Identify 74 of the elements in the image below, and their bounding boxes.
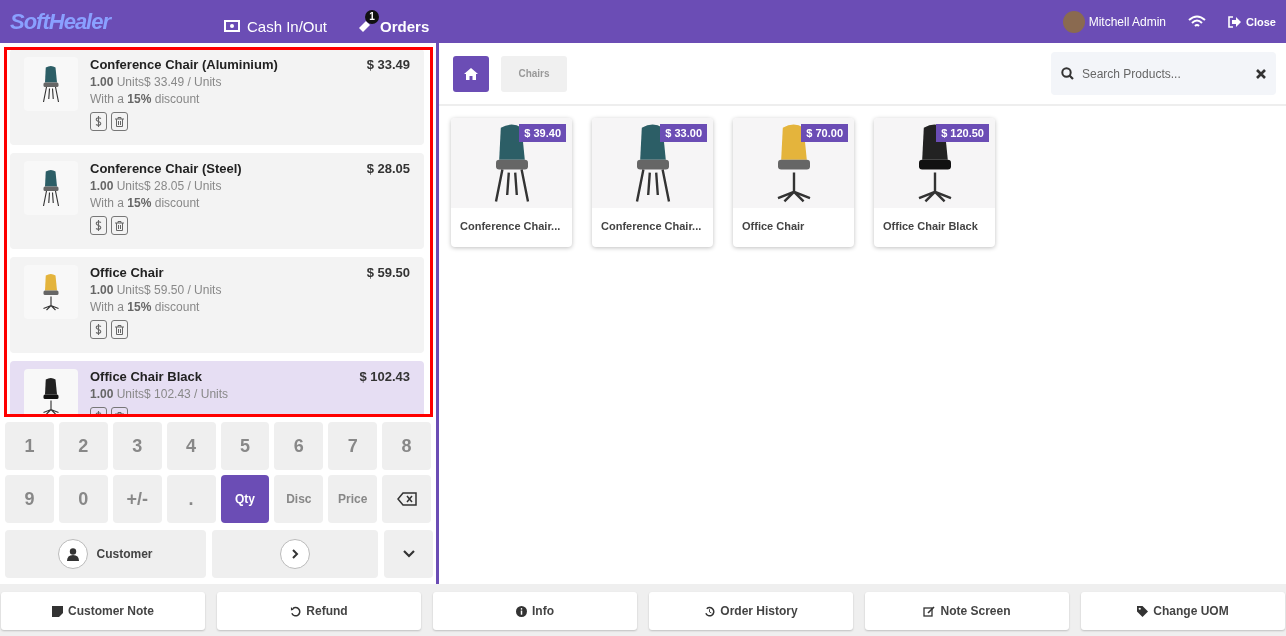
note-icon [52,605,63,617]
count-badge: 1 [365,9,380,24]
product-name: Office Chair [741,219,806,234]
history-icon [704,605,716,617]
discount-text: With a 15% discount [90,92,201,106]
trash-icon [115,220,124,231]
delete-button[interactable] [111,216,128,235]
product-card[interactable]: Office Chair Black $ 120.50 [874,118,995,247]
delete-button[interactable] [111,320,128,339]
clear-icon[interactable] [1256,68,1266,79]
product-name: Office Chair [90,265,164,280]
line-price: $ 28.05 [366,161,410,176]
chevron-right-icon [291,549,299,559]
dollar-icon [95,220,102,231]
price-tag: $ 70.00 [801,124,848,142]
product-name: Conference Chair... [600,219,703,234]
home-icon [464,67,478,80]
info-icon [516,605,527,617]
delete-button[interactable] [111,112,128,131]
sign-out-icon [1228,15,1243,28]
backspace-icon [396,492,417,506]
price-tag: $ 33.00 [660,124,707,142]
unit-price: 1.00 Units$ 59.50 / Units [90,283,223,297]
unit-price: 1.00 Units$ 33.49 / Units [90,75,223,89]
action-button[interactable]: Info [433,592,637,630]
price-button[interactable] [90,112,107,131]
price-button[interactable] [90,320,107,339]
product-name: Conference Chair... [459,219,562,234]
action-button[interactable]: Note Screen [865,592,1069,630]
price-button[interactable] [90,216,107,235]
logo: SoftHealer [10,8,113,35]
home-button[interactable] [453,55,489,92]
user-name[interactable]: Mitchell Admin [1088,14,1167,29]
unit-price: 1.00 Units$ 102.43 / Units [90,387,230,401]
line-price: $ 59.50 [366,265,410,280]
product-name: Office Chair Black [882,219,979,234]
dollar-icon [95,324,102,335]
price-tag: $ 120.50 [936,124,989,142]
backspace-key[interactable] [382,475,431,523]
edit-icon [923,605,936,617]
line-price: $ 33.49 [366,57,410,72]
product-name: Conference Chair (Steel) [90,161,242,176]
trash-icon [115,324,124,335]
discount-text: With a 15% discount [90,196,201,210]
search-field[interactable]: Search Products... [1051,52,1276,95]
product-card[interactable]: Conference Chair... $ 39.40 [451,118,572,247]
mode-button[interactable]: Qty [220,475,270,523]
product-card[interactable]: Office Chair $ 70.00 [733,118,854,247]
search-icon [1061,67,1074,80]
line-price: $ 102.43 [359,369,410,384]
customer-button[interactable]: Customer [5,530,206,578]
chevron-down-icon [402,550,415,558]
action-button[interactable]: Change UOM [1081,592,1285,630]
user-icon [67,547,80,561]
discount-text: With a 15% discount [90,300,201,314]
close-button[interactable]: Close [1228,15,1276,28]
unit-price: 1.00 Units$ 28.05 / Units [90,179,223,193]
action-button[interactable]: Refund [217,592,421,630]
nav-link[interactable]: Cash In/Out [220,8,328,35]
trash-icon [115,116,124,127]
price-tag: $ 39.40 [519,124,566,142]
product-name: Office Chair Black [90,369,202,384]
product-name: Conference Chair (Aluminium) [90,57,278,72]
wifi-icon [1188,14,1207,29]
action-button[interactable]: Order History [649,592,853,630]
undo-icon [290,605,302,617]
tag-icon [1137,605,1149,617]
action-button[interactable]: Customer Note [1,592,205,630]
banknote-icon [224,20,240,32]
product-card[interactable]: Conference Chair... $ 33.00 [592,118,713,247]
nav-link[interactable]: 1 Orders [353,8,430,35]
mode-button[interactable]: Disc [274,475,324,523]
search-input[interactable]: Search Products... [1080,65,1250,82]
dollar-icon [95,116,102,127]
